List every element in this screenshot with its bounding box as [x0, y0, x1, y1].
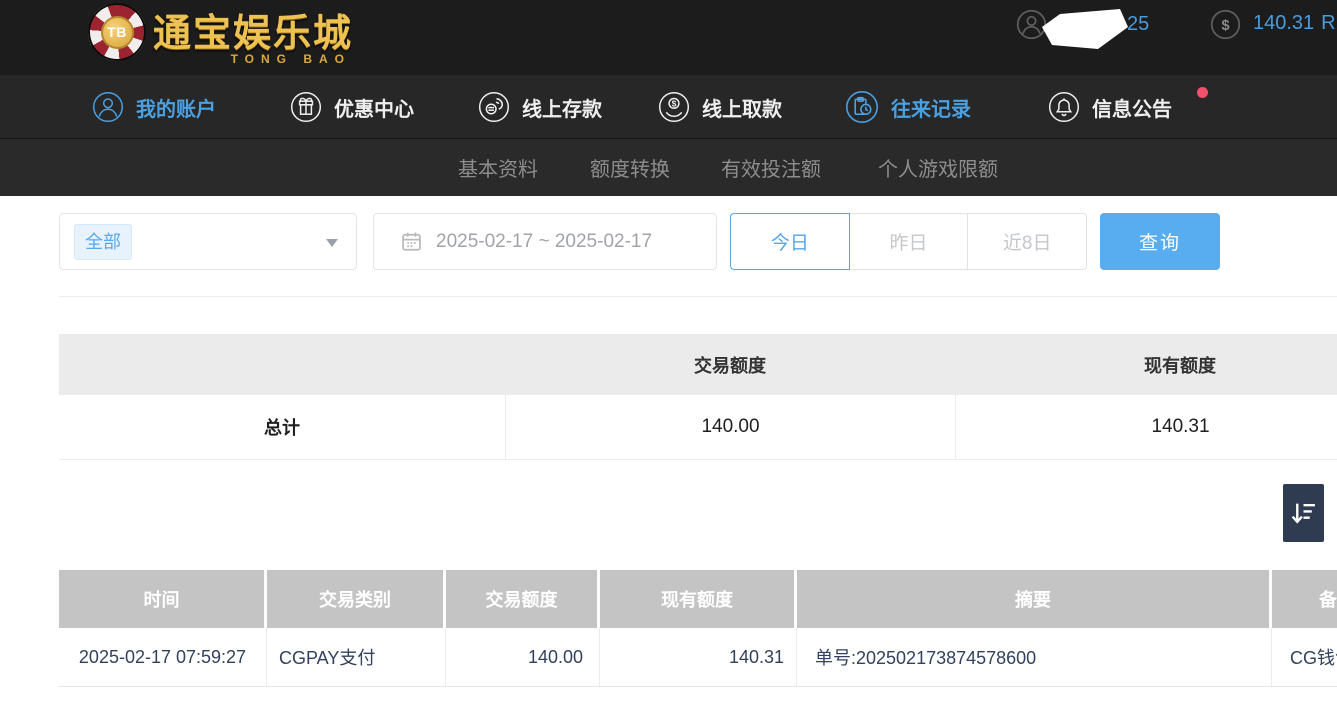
gift-icon: [290, 91, 322, 123]
cell-time: 2025-02-17 07:59:27: [59, 628, 267, 686]
query-button[interactable]: 查询: [1100, 213, 1220, 270]
caret-down-icon: [326, 239, 338, 247]
sort-button[interactable]: [1283, 484, 1324, 542]
quick-range-today[interactable]: 今日: [730, 213, 850, 270]
svg-text:$: $: [1221, 18, 1229, 34]
deposit-hand-coin-icon: [478, 91, 510, 123]
account-balance[interactable]: 140.31 R: [1253, 12, 1336, 35]
user-circle-icon: [92, 91, 124, 123]
divider: [59, 296, 1337, 297]
col-header-summary: 摘要: [797, 570, 1272, 628]
subnav-item-quota-transfer[interactable]: 额度转换: [590, 139, 670, 196]
nav-item-transaction-records[interactable]: 往来记录: [845, 90, 971, 124]
type-select[interactable]: 全部: [59, 213, 357, 270]
sort-desc-icon: [1290, 499, 1317, 527]
redaction-scribble: [1040, 7, 1128, 55]
selected-type-tag: 全部: [74, 224, 132, 260]
bell-icon: [1048, 91, 1080, 123]
balance-amount: 140.31: [1253, 12, 1314, 34]
brand-name: 通宝娱乐城: [153, 2, 353, 57]
nav-item-online-deposit[interactable]: 线上存款: [478, 90, 602, 124]
brand-chip-monogram: TB: [101, 16, 134, 49]
subnav-item-game-limits[interactable]: 个人游戏限额: [878, 139, 998, 196]
cell-current-amount: 140.31: [600, 628, 797, 686]
withdraw-hand-dollar-icon: $: [658, 91, 690, 123]
nav-item-label: 线上存款: [522, 93, 602, 122]
summary-header-current: 现有额度: [955, 334, 1337, 395]
notification-dot: [1197, 87, 1208, 98]
nav-item-label: 往来记录: [891, 93, 971, 122]
date-range-picker[interactable]: 2025-02-17 ~ 2025-02-17: [373, 213, 717, 270]
quick-range-yesterday[interactable]: 昨日: [849, 214, 968, 269]
transactions-header-row: 时间 交易类别 交易额度 现有额度 摘要 备注: [59, 570, 1337, 628]
col-header-trade-amount: 交易额度: [446, 570, 600, 628]
summary-header-row: 交易额度 现有额度: [59, 334, 1337, 395]
nav-item-my-account[interactable]: 我的账户: [92, 90, 216, 124]
quick-range-8days[interactable]: 近8日: [967, 214, 1086, 269]
transactions-table: 时间 交易类别 交易额度 现有额度 摘要 备注 2025-02-17 07:59…: [59, 570, 1337, 687]
col-header-current-amount: 现有额度: [600, 570, 797, 628]
cell-summary: 单号:202502173874578600: [797, 628, 1272, 686]
nav-item-announcements[interactable]: 信息公告: [1048, 90, 1172, 124]
nav-item-label: 优惠中心: [334, 93, 414, 122]
summary-header-trade: 交易额度: [505, 334, 955, 395]
date-range-value: 2025-02-17 ~ 2025-02-17: [436, 231, 652, 253]
sub-nav: 基本资料 额度转换 有效投注额 个人游戏限额: [0, 139, 1337, 196]
brand-logo[interactable]: 通宝娱乐城 TONG BAO: [153, 2, 353, 66]
summary-trade-amount: 140.00: [505, 395, 955, 459]
col-header-remark: 备注: [1272, 570, 1337, 628]
main-nav: 我的账户 优惠中心 线上存款: [0, 75, 1337, 139]
cell-remark: CG钱包支付: [1272, 628, 1337, 686]
account-username[interactable]: 25: [1127, 13, 1149, 36]
subnav-item-basic-info[interactable]: 基本资料: [458, 139, 538, 196]
topbar: TB 通宝娱乐城 TONG BAO 25 $ 140.31 R: [0, 0, 1337, 75]
summary-table: 交易额度 现有额度 总计 140.00 140.31: [59, 334, 1337, 460]
table-row: 2025-02-17 07:59:27 CGPAY支付 140.00 140.3…: [59, 628, 1337, 687]
nav-item-label: 信息公告: [1092, 93, 1172, 122]
quick-range-group: 今日 昨日 近8日: [730, 213, 1087, 270]
calendar-icon: [400, 230, 423, 253]
col-header-type: 交易类别: [267, 570, 446, 628]
nav-item-label: 线上取款: [702, 93, 782, 122]
records-clipboard-clock-icon: [845, 90, 879, 124]
cell-type: CGPAY支付: [267, 628, 446, 686]
summary-total-row: 总计 140.00 140.31: [59, 395, 1337, 460]
nav-item-label: 我的账户: [136, 93, 216, 122]
summary-header-empty: [59, 334, 505, 395]
subnav-item-valid-bets[interactable]: 有效投注额: [721, 139, 821, 196]
col-header-time: 时间: [59, 570, 267, 628]
page: TB 通宝娱乐城 TONG BAO 25 $ 140.31 R: [0, 0, 1337, 707]
svg-text:$: $: [672, 99, 677, 109]
brand-chip-logo[interactable]: TB: [88, 3, 146, 61]
summary-total-label: 总计: [59, 395, 505, 459]
dollar-icon: $: [1210, 9, 1241, 40]
summary-current-amount: 140.31: [955, 395, 1337, 459]
nav-item-promotions[interactable]: 优惠中心: [290, 90, 414, 124]
balance-currency-clipped: R: [1321, 12, 1335, 34]
cell-trade-amount: 140.00: [446, 628, 600, 686]
nav-item-online-withdrawal[interactable]: $ 线上取款: [658, 90, 782, 124]
